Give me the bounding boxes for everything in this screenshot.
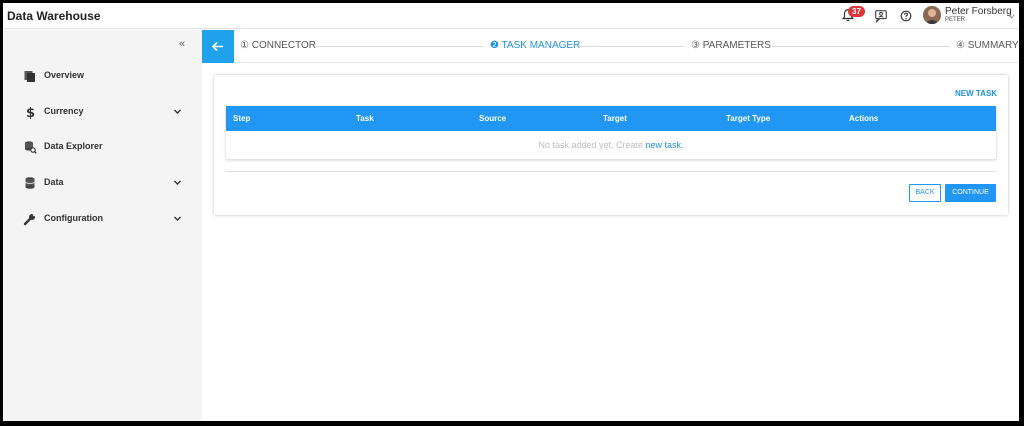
chevron-down-icon[interactable] — [173, 178, 182, 187]
sidebar-item-data-explorer[interactable]: Data Explorer — [3, 135, 202, 159]
database-icon — [25, 177, 35, 189]
chat-user-icon[interactable] — [874, 9, 888, 23]
avatar[interactable] — [923, 6, 941, 24]
sidebar: « Overview $ Currency Data Explorer Data… — [3, 30, 202, 421]
collapse-sidebar-button[interactable]: « — [175, 37, 189, 51]
table-header: Step Task Source Target Target Type Acti… — [226, 106, 996, 131]
column-header-step: Step — [233, 114, 251, 123]
main-content: NEW TASK Step Task Source Target Target … — [202, 64, 1019, 421]
step-connector-line — [772, 46, 950, 47]
user-name[interactable]: Peter Forsberg — [945, 6, 1012, 17]
step-parameters[interactable]: ③ PARAMETERS — [691, 40, 771, 51]
sidebar-item-label: Configuration — [44, 213, 103, 223]
stepper-back-button[interactable] — [202, 30, 234, 63]
sidebar-item-data[interactable]: Data — [3, 171, 202, 195]
sidebar-item-label: Data Explorer — [44, 141, 103, 151]
sidebar-item-configuration[interactable]: Configuration — [3, 207, 202, 231]
back-button[interactable]: BACK — [909, 184, 941, 202]
user-subtitle: PETER — [945, 17, 966, 23]
svg-text:$: $ — [26, 106, 35, 119]
avatar-image — [923, 6, 941, 24]
empty-state: No task added yet. Create new task. — [226, 140, 996, 150]
continue-button[interactable]: CONTINUE — [945, 184, 996, 202]
step-connector-line — [580, 46, 685, 47]
sidebar-item-label: Currency — [44, 106, 84, 116]
step-summary[interactable]: ④ SUMMARY — [956, 40, 1019, 51]
dollar-icon: $ — [26, 106, 35, 119]
step-connector[interactable]: ① CONNECTOR — [240, 40, 316, 51]
step-connector-line — [316, 46, 484, 47]
sidebar-item-label: Overview — [44, 70, 85, 80]
sidebar-item-currency[interactable]: $ Currency — [3, 100, 202, 124]
column-header-source: Source — [479, 114, 507, 123]
app-title: Data Warehouse — [7, 9, 101, 23]
sidebar-item-overview[interactable]: Overview — [3, 64, 202, 88]
chevron-down-icon[interactable] — [1008, 13, 1015, 20]
arrow-left-icon — [211, 41, 223, 52]
column-header-actions: Actions — [849, 114, 879, 123]
chevron-down-icon[interactable] — [173, 214, 182, 223]
chevron-down-icon[interactable] — [173, 107, 182, 116]
data-explorer-icon — [25, 141, 37, 154]
new-task-button[interactable]: NEW TASK — [955, 89, 997, 98]
step-task-manager[interactable]: ❷ TASK MANAGER — [490, 40, 580, 51]
task-table: Step Task Source Target Target Type Acti… — [226, 106, 996, 159]
divider — [226, 171, 996, 172]
empty-state-text: No task added yet. Create — [538, 140, 646, 150]
column-header-target: Target — [603, 114, 627, 123]
sidebar-item-label: Data — [44, 177, 64, 187]
help-icon[interactable] — [899, 9, 913, 23]
overview-icon — [24, 71, 35, 82]
create-new-task-link[interactable]: new task. — [646, 140, 684, 150]
app-window: Data Warehouse 37 Peter Forsberg PETER «… — [3, 3, 1019, 421]
wrench-icon — [23, 212, 37, 226]
column-header-target-type: Target Type — [726, 114, 771, 123]
task-manager-card: NEW TASK Step Task Source Target Target … — [214, 75, 1008, 215]
column-header-task: Task — [356, 114, 374, 123]
notification-badge: 37 — [848, 6, 865, 17]
top-header: Data Warehouse 37 Peter Forsberg PETER — [3, 3, 1019, 29]
wizard-stepper: ① CONNECTOR ❷ TASK MANAGER ③ PARAMETERS … — [202, 30, 1019, 63]
